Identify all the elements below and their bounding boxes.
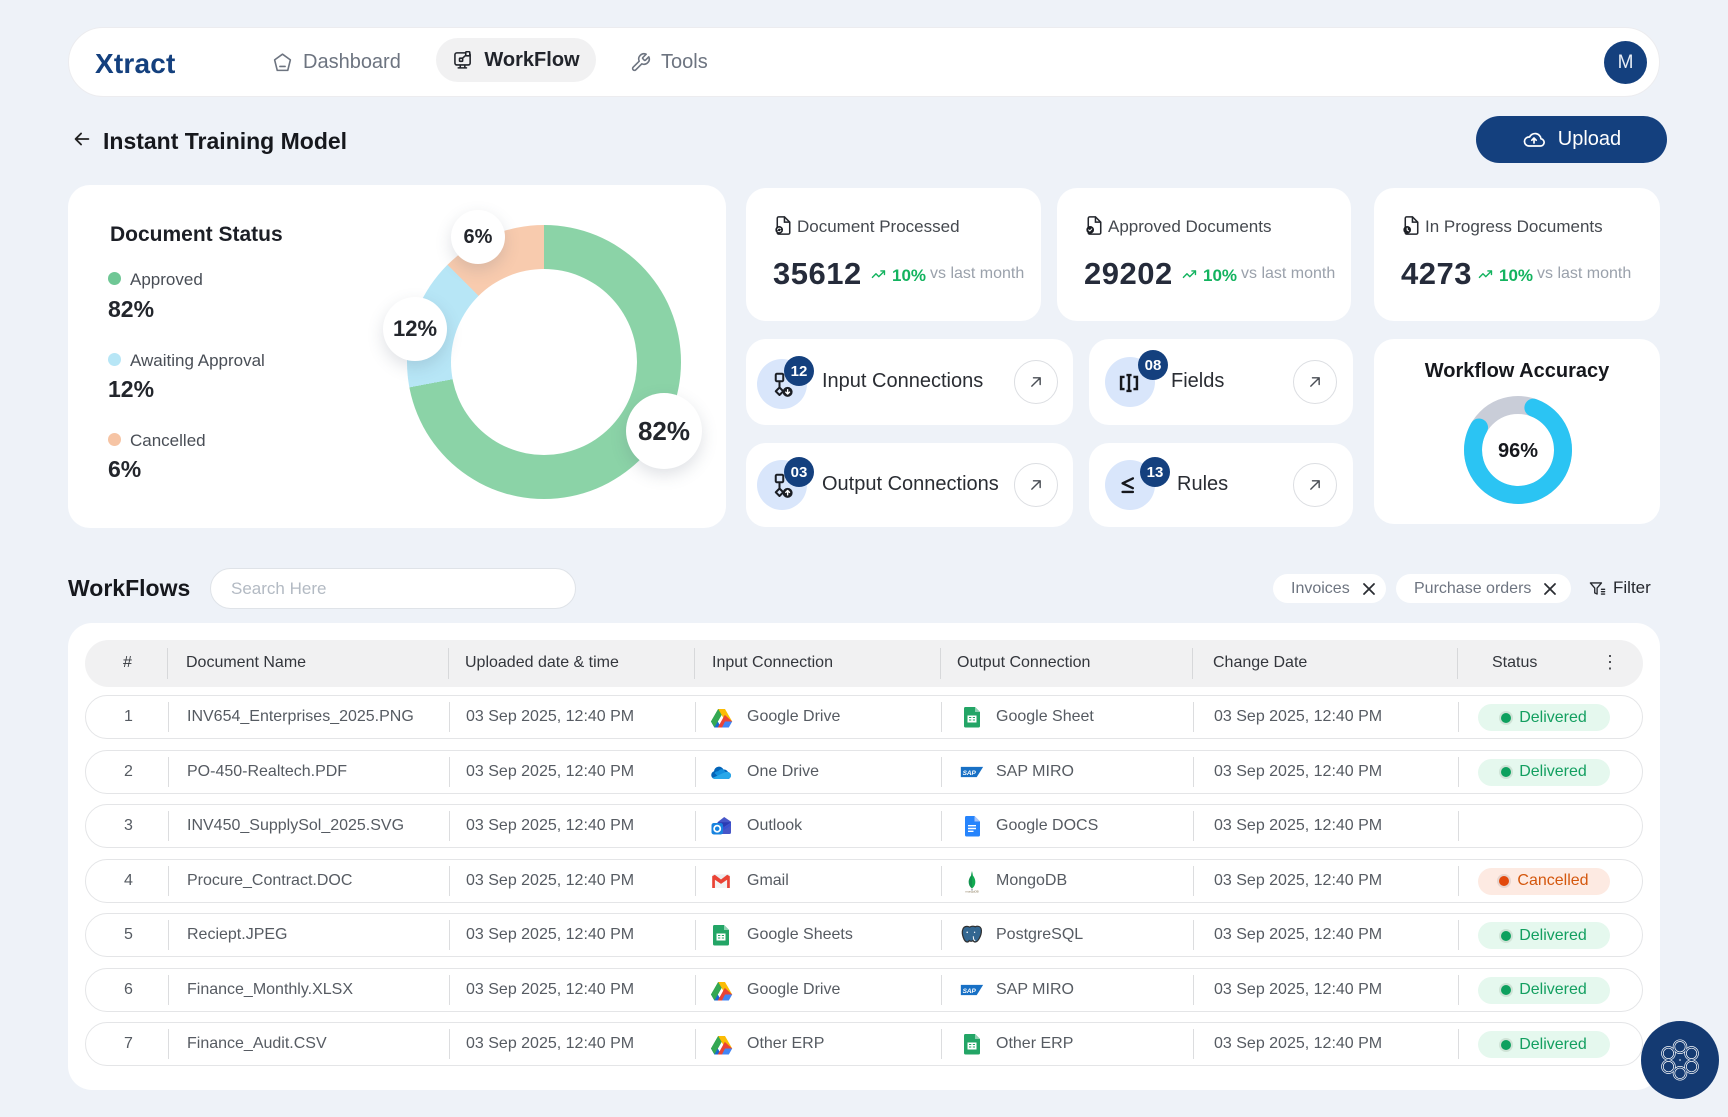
svg-text:96%: 96% bbox=[1498, 440, 1538, 462]
svg-text:SAP: SAP bbox=[963, 988, 977, 995]
svg-text:mongoDB: mongoDB bbox=[965, 889, 978, 893]
svg-text:SAP: SAP bbox=[963, 770, 977, 777]
